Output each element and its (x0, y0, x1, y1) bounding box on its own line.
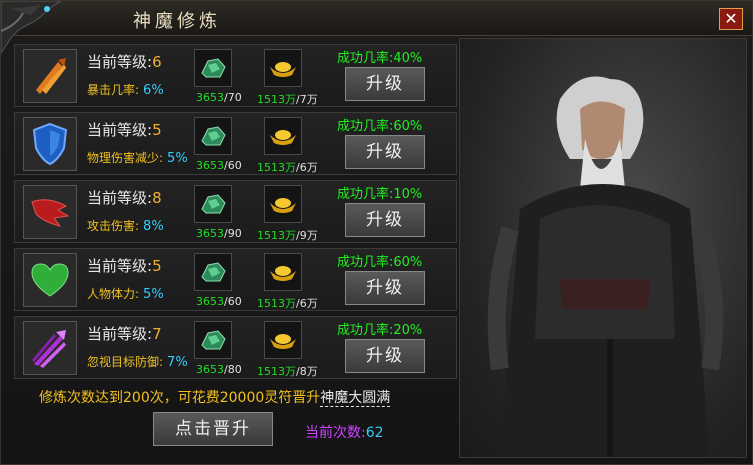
flame-arrows-icon (23, 49, 77, 103)
skill-row-ignore-defense: 当前等级:7 忽视目标防御: 7% 3653/80 1513万/8万 成功几率:2… (14, 316, 457, 379)
current-count: 当前次数:62 (305, 425, 384, 441)
success-rate: 成功几率:10% (337, 187, 423, 202)
upgrade-button[interactable]: 升级 (345, 339, 425, 373)
gold-ingot-icon[interactable] (264, 117, 302, 155)
ore-item-icon[interactable] (194, 49, 232, 87)
character-portrait (459, 38, 747, 458)
level-text: 当前等级:6 (87, 53, 162, 71)
stat-text: 攻击伤害: 8% (87, 219, 164, 234)
level-text: 当前等级:5 (87, 121, 162, 139)
ore-item-icon[interactable] (194, 321, 232, 359)
close-button[interactable]: ✕ (719, 8, 743, 30)
success-rate: 成功几率:60% (337, 255, 423, 270)
ore-item-icon[interactable] (194, 185, 232, 223)
gold-ingot-icon[interactable] (264, 321, 302, 359)
gold-count: 1513万/9万 (257, 229, 318, 242)
gold-count: 1513万/8万 (257, 365, 318, 378)
red-wing-icon (23, 185, 77, 239)
success-rate: 成功几率:60% (337, 119, 423, 134)
item-count: 3653/60 (196, 295, 242, 308)
upgrade-button[interactable]: 升级 (345, 67, 425, 101)
level-text: 当前等级:7 (87, 325, 162, 343)
promotion-notice: 修炼次数达到200次，可花费20000灵符晋升神魔大圆满 (39, 390, 391, 407)
green-heart-icon (23, 253, 77, 307)
gold-ingot-icon[interactable] (264, 185, 302, 223)
upgrade-button[interactable]: 升级 (345, 135, 425, 169)
success-rate: 成功几率:40% (337, 51, 423, 66)
ore-item-icon[interactable] (194, 253, 232, 291)
gold-ingot-icon[interactable] (264, 49, 302, 87)
item-count: 3653/80 (196, 363, 242, 376)
title-bar: 神魔修炼 ✕ (1, 1, 752, 54)
level-text: 当前等级:5 (87, 257, 162, 275)
skill-row-attack: 当前等级:8 攻击伤害: 8% 3653/90 1513万/9万 成功几率:10%… (14, 180, 457, 243)
warrior-figure-icon (487, 76, 724, 457)
item-count: 3653/70 (196, 91, 242, 104)
blue-shield-icon (23, 117, 77, 171)
purple-arrows-icon (23, 321, 77, 375)
cultivation-window: 神魔修炼 ✕ 当前等级:6 暴击几率: 6% 3653/70 1513万/7万 成… (0, 0, 753, 465)
item-count: 3653/90 (196, 227, 242, 240)
success-rate: 成功几率:20% (337, 323, 423, 338)
upgrade-button[interactable]: 升级 (345, 203, 425, 237)
gold-count: 1513万/6万 (257, 161, 318, 174)
upgrade-button[interactable]: 升级 (345, 271, 425, 305)
gold-ingot-icon[interactable] (264, 253, 302, 291)
window-title: 神魔修炼 (133, 11, 221, 32)
ore-item-icon[interactable] (194, 117, 232, 155)
stat-text: 暴击几率: 6% (87, 83, 164, 98)
gold-count: 1513万/7万 (257, 93, 318, 106)
skill-row-stamina: 当前等级:5 人物体力: 5% 3653/60 1513万/6万 成功几率:60%… (14, 248, 457, 311)
stat-text: 忽视目标防御: 7% (87, 355, 188, 370)
stat-text: 物理伤害减少: 5% (87, 151, 188, 166)
item-count: 3653/60 (196, 159, 242, 172)
gold-count: 1513万/6万 (257, 297, 318, 310)
level-text: 当前等级:8 (87, 189, 162, 207)
stat-text: 人物体力: 5% (87, 287, 164, 302)
skill-row-defense: 当前等级:5 物理伤害减少: 5% 3653/60 1513万/6万 成功几率:6… (14, 112, 457, 175)
promote-button[interactable]: 点击晋升 (153, 412, 273, 446)
skill-row-crit: 当前等级:6 暴击几率: 6% 3653/70 1513万/7万 成功几率:40%… (14, 44, 457, 107)
